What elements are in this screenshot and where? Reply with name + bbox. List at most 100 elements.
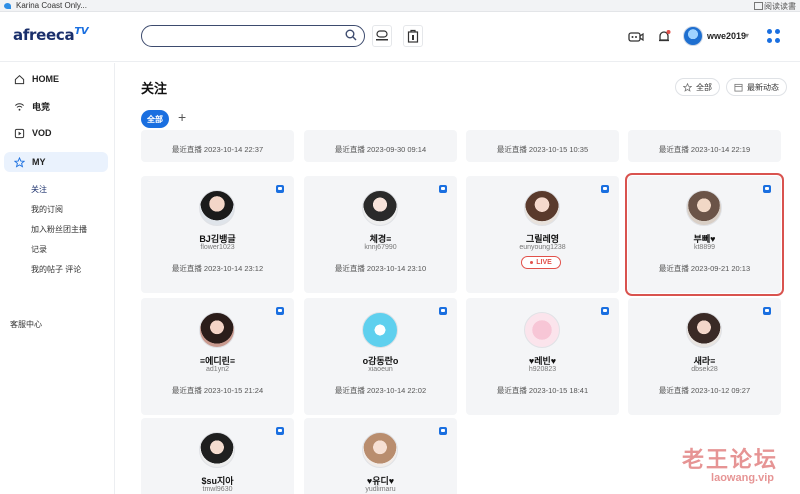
streamer-card[interactable]: 最近直播 2023-10-14 22:37	[141, 130, 294, 162]
sort-all-button[interactable]: 全部	[675, 78, 720, 96]
os-title-bar: Karina Coast Only... 阅读读書	[0, 0, 800, 12]
streamer-id: yudlimaru	[365, 486, 396, 493]
watermark-text: 老王论坛	[681, 447, 778, 473]
app-title: Karina Coast Only...	[16, 1, 87, 10]
avatar[interactable]	[362, 312, 398, 348]
streamer-id: flower1023	[200, 244, 235, 251]
sidebar-item-label: MY	[32, 157, 46, 167]
last-live-time: 最近直播 2023-10-15 10:35	[496, 145, 589, 154]
streamer-card[interactable]: 새라≡ dbsek28 最近直播 2023-10-12 09:27	[628, 298, 781, 415]
avatar[interactable]	[199, 432, 235, 468]
streamer-id: tmwl9630	[202, 486, 233, 493]
watermark-url: laowang.vip	[711, 472, 774, 484]
filter-all-tab[interactable]: 全部	[141, 110, 169, 128]
username[interactable]: wwe2019	[707, 31, 746, 41]
favorite-badge-icon[interactable]	[601, 185, 609, 193]
sidebar-item-label: 电竞	[32, 101, 51, 112]
esports-icon	[14, 102, 25, 111]
favorite-badge-icon[interactable]	[439, 185, 447, 193]
sidebar-item-home[interactable]: HOME	[4, 69, 108, 89]
bell-icon[interactable]	[656, 29, 672, 45]
streamer-card[interactable]: BJ김뱅글 flower1023 最近直播 2023-10-14 23:12	[141, 176, 294, 293]
chevron-down-icon[interactable]: ▾	[745, 31, 749, 40]
last-live-time: 最近直播 2023-10-14 22:19	[658, 145, 751, 154]
avatar[interactable]	[686, 190, 722, 226]
favorite-badge-icon[interactable]	[763, 307, 771, 315]
service-center-link[interactable]: 客服中心	[10, 319, 42, 330]
favorite-badge-icon[interactable]	[276, 185, 284, 193]
store-icon	[407, 29, 419, 43]
sidebar: HOME 电竞 VOD MY 关注 我的订阅 加入粉丝团主播 记录 我的帖子 评…	[0, 63, 115, 494]
user-avatar[interactable]	[683, 26, 703, 46]
favorite-badge-icon[interactable]	[439, 307, 447, 315]
live-dot-icon	[530, 261, 534, 264]
sidebar-item-vod[interactable]: VOD	[4, 123, 108, 143]
star-icon	[14, 156, 25, 168]
sort-all-label: 全部	[696, 82, 712, 92]
streamer-card[interactable]: o감동란o xiaoeun 最近直播 2023-10-14 22:02	[304, 298, 457, 415]
sidebar-sub-posts[interactable]: 我的帖子 评论	[31, 264, 81, 275]
streamer-card[interactable]: ♥유디♥ yudlimaru	[304, 418, 457, 494]
apps-grid-icon[interactable]	[767, 29, 781, 43]
streamer-card[interactable]: 最近直播 2023-10-15 10:35	[466, 130, 619, 162]
last-live-time: 最近直播 2023-10-14 22:37	[171, 145, 264, 154]
search-input[interactable]	[141, 25, 365, 47]
streamer-id: h920823	[528, 366, 557, 373]
last-live-time: 最近直播 2023-10-14 23:10	[334, 264, 427, 273]
sidebar-sub-follow[interactable]: 关注	[31, 184, 47, 195]
calendar-icon	[734, 83, 743, 92]
streamer-id: kt8899	[693, 244, 716, 251]
logo-text: afreeca	[13, 26, 75, 44]
afreecatv-logo[interactable]: afreecaTV	[13, 26, 89, 44]
search-icon[interactable]	[345, 29, 357, 41]
sidebar-item-my[interactable]: MY	[4, 152, 108, 172]
streamer-id: ad1yn2	[206, 366, 229, 373]
streamer-card[interactable]: 체경≡ knnj67990 最近直播 2023-10-14 23:10	[304, 176, 457, 293]
avatar[interactable]	[524, 190, 560, 226]
last-live-time: 最近直播 2023-10-12 09:27	[658, 386, 751, 395]
streamer-card[interactable]: 最近直播 2023-09-30 09:14	[304, 130, 457, 162]
favorite-badge-icon[interactable]	[439, 427, 447, 435]
sort-recent-label: 最新动态	[747, 82, 779, 92]
last-live-time: 最近直播 2023-10-14 23:12	[171, 264, 264, 273]
sidebar-sub-fanclub[interactable]: 加入粉丝团主播	[31, 224, 87, 235]
sort-recent-button[interactable]: 最新动态	[726, 78, 787, 96]
afreecatv-app-button[interactable]	[372, 25, 392, 47]
afreecatv-app-icon	[376, 30, 388, 41]
home-icon	[14, 74, 25, 84]
sidebar-item-esports[interactable]: 电竞	[4, 96, 108, 116]
sidebar-sub-subscriptions[interactable]: 我的订阅	[31, 204, 63, 215]
streamer-card[interactable]: 그릴레영 eunyoung1238 LIVE	[466, 176, 619, 293]
last-live-time: 最近直播 2023-10-15 21:24	[171, 386, 264, 395]
avatar[interactable]	[362, 190, 398, 226]
page-title: 关注	[141, 81, 168, 96]
broadcast-camera-icon[interactable]	[628, 29, 644, 45]
store-button[interactable]	[403, 25, 423, 47]
sidebar-sub-history[interactable]: 记录	[31, 244, 47, 255]
top-header: afreecaTV wwe2019 ▾	[0, 12, 800, 62]
favorite-badge-icon[interactable]	[276, 427, 284, 435]
sidebar-item-label: HOME	[32, 74, 59, 84]
favorite-badge-icon[interactable]	[276, 307, 284, 315]
streamer-card[interactable]: 最近直播 2023-10-14 22:19	[628, 130, 781, 162]
add-filter-button[interactable]: +	[178, 109, 186, 125]
logo-tv-text: TV	[74, 26, 89, 37]
streamer-card[interactable]: $su지아 tmwl9630	[141, 418, 294, 494]
vod-icon	[14, 128, 25, 138]
favorite-badge-icon[interactable]	[763, 185, 771, 193]
read-mode-button[interactable]: 阅读读書	[754, 1, 796, 12]
streamer-card[interactable]: ≡에디린≡ ad1yn2 最近直播 2023-10-15 21:24	[141, 298, 294, 415]
streamer-card[interactable]: ♥레빈♥ h920823 最近直播 2023-10-15 18:41	[466, 298, 619, 415]
avatar[interactable]	[199, 190, 235, 226]
streamer-id: eunyoung1238	[519, 244, 566, 251]
avatar[interactable]	[362, 432, 398, 468]
avatar[interactable]	[686, 312, 722, 348]
favorite-badge-icon[interactable]	[601, 307, 609, 315]
streamer-id: knnj67990	[364, 244, 397, 251]
avatar[interactable]	[524, 312, 560, 348]
streamer-card-highlighted[interactable]: 부뻬♥ kt8899 最近直播 2023-09-21 20:13	[625, 173, 784, 296]
last-live-time: 最近直播 2023-09-21 20:13	[658, 264, 751, 273]
live-badge[interactable]: LIVE	[521, 256, 561, 269]
avatar[interactable]	[199, 312, 235, 348]
last-live-time: 最近直播 2023-10-14 22:02	[334, 386, 427, 395]
